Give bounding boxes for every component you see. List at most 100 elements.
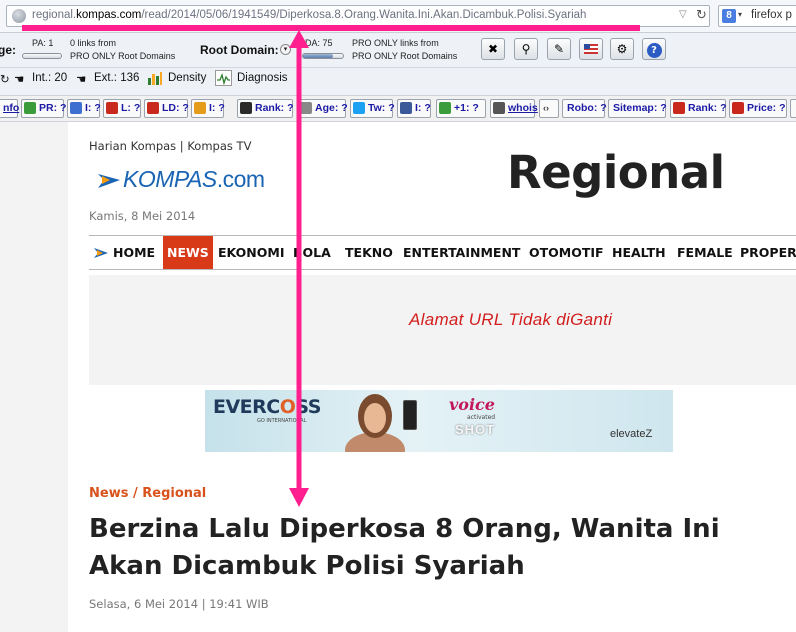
ad-placeholder: Alamat URL Tidak diGanti [89,275,796,385]
site-links[interactable]: Harian Kompas | Kompas TV [89,139,251,153]
navigation-bar: regional.kompas.com/read/2014/05/06/1941… [0,0,796,33]
voice-logo: voice [449,395,495,414]
web-page: Harian Kompas | Kompas TV KOMPAS.com Kam… [0,122,796,632]
pa-links-text: 0 links from [70,38,117,48]
kompas-logo-icon [98,174,120,188]
da-bar [302,53,344,59]
da-label: DA: 75 [305,38,333,48]
magnifier-icon[interactable]: ⚲ [514,38,538,60]
nav-otomotif[interactable]: OTOMOTIF [529,236,604,269]
diagnosis-icon [215,70,232,86]
root-domain-label: Root Domain: [200,43,279,57]
main-nav: HOME NEWS EKONOMI BOLA TEKNO ENTERTAINME… [89,235,796,270]
da-bar-fill [303,54,333,58]
hand-icon: ☚ [14,74,25,86]
nav-properti[interactable]: PROPERTI [740,236,796,269]
url-bar[interactable]: regional.kompas.com/read/2014/05/06/1941… [6,5,710,27]
seoquake-age[interactable]: Age: ? [297,99,348,118]
internal-links[interactable]: Int.: 20 [32,72,67,84]
seoquake-bing-index[interactable]: I: ? [191,99,225,118]
seoquake-twitter[interactable]: Tw: ? [350,99,395,118]
yahoo-icon [147,102,159,114]
seoquake-bar: nfo PR: ? I: ? L: ? LD: ? I: ? Rank: ? A… [0,95,796,122]
search-engine-icon[interactable]: 8 [722,9,736,23]
seoquake-price[interactable]: Price: ? [729,99,787,118]
article-headline: Berzina Lalu Diperkosa 8 Orang, Wanita I… [89,514,720,581]
pa-root-text: PRO ONLY Root Domains [70,51,176,61]
pa-bar [22,53,62,59]
shot-text: SHOT [455,422,496,437]
search-input[interactable]: firefox p [751,9,792,21]
diagnosis-button[interactable]: Diagnosis [237,72,288,84]
evercoss-tagline: GO INTERNATIONAL [257,418,307,424]
breadcrumb[interactable]: News / Regional [89,486,206,501]
url-text[interactable]: regional.kompas.com/read/2014/05/06/1941… [32,9,586,21]
nav-health[interactable]: HEALTH [612,236,666,269]
help-icon[interactable]: ? [642,38,666,60]
moz-toolbar: ge: PA: 1 0 links from PRO ONLY Root Dom… [0,33,796,67]
seoquake-alexa-rank[interactable]: Rank: ? [237,99,294,118]
annotation-note: Alamat URL Tidak diGanti [409,310,613,329]
seoquake-index[interactable]: I: ? [67,99,101,118]
archive-icon [300,102,312,114]
seoquake-source[interactable]: ‹› [539,99,559,118]
seoquake-sitemap[interactable]: Sitemap: ? [608,99,667,118]
nav-bola[interactable]: BOLA [293,236,331,269]
yahoo-icon [106,102,118,114]
evercoss-logo: EVERCOSS [213,396,321,418]
whois-icon [493,102,505,114]
google-icon [70,102,82,114]
refresh-icon[interactable]: ↻ [0,72,10,86]
nav-home[interactable]: HOME [113,236,155,269]
external-links[interactable]: Ext.: 136 [94,72,139,84]
source-icon: ‹› [543,103,549,113]
seoquake-links[interactable]: L: ? [103,99,141,118]
section-title: Regional [507,146,725,199]
elevatez-logo: elevateZ [610,428,653,440]
search-box[interactable]: 8 ▾ firefox p [718,5,796,27]
da-links-text: PRO ONLY links from [352,38,439,48]
pa-label: PA: 1 [32,38,54,48]
seoquake-pagerank[interactable]: PR: ? [21,99,66,118]
density-chart-icon [147,70,163,86]
evercoss-banner[interactable]: EVERCOSS GO INTERNATIONAL voice activate… [205,390,673,452]
nav-news[interactable]: NEWS [163,236,213,269]
activated-text: activated [467,414,496,421]
current-date: Kamis, 8 Mei 2014 [89,209,196,223]
hand-icon: ☚ [76,74,87,86]
alexa-icon [240,102,252,114]
browser-chrome: regional.kompas.com/read/2014/05/06/1941… [0,0,796,122]
url-dropdown-icon[interactable]: ▽ [679,9,687,20]
da-root-text: PRO ONLY Root Domains [352,51,458,61]
nav-tekno[interactable]: TEKNO [345,236,393,269]
logo-text: KOMPAS.com [123,166,265,192]
phone-image [403,400,417,430]
seoquake-info[interactable]: nfo [0,99,19,118]
home-icon[interactable] [93,245,109,261]
seoquake-plusone[interactable]: +1: ? [436,99,486,118]
semrush-icon [673,102,685,114]
seoquake-robots[interactable]: Robo: ? [562,99,607,118]
gears-icon[interactable]: ⚙ [610,38,634,60]
seoquake-linkdomain[interactable]: LD: ? [144,99,189,118]
semrush-icon [732,102,744,114]
pencil-icon[interactable]: ✎ [547,38,571,60]
nav-entertainment[interactable]: ENTERTAINMENT [403,236,520,269]
page-label: ge: [0,43,16,57]
bing-icon [194,102,206,114]
globe-icon [12,9,26,23]
nav-female[interactable]: FEMALE [677,236,733,269]
density-button[interactable]: Density [168,72,206,84]
seoquake-whois[interactable]: whois [490,99,538,118]
seoquake-facebook[interactable]: I: ? [397,99,431,118]
chevron-down-icon[interactable]: ▾ [738,10,742,19]
seoquake-semrush-rank[interactable]: Rank: ? [670,99,727,118]
dropdown-arrow-icon[interactable]: ▾ [280,44,291,55]
article-date: Selasa, 6 Mei 2014 | 19:41 WIB [89,597,269,611]
tools-icon[interactable]: ✖ [481,38,505,60]
nav-ekonomi[interactable]: EKONOMI [218,236,284,269]
seoquake-more[interactable] [790,99,796,118]
links-toolbar: ↻ ☚ Int.: 20 ☚ Ext.: 136 Density Diagnos… [0,67,796,90]
reload-icon[interactable]: ↻ [696,8,707,23]
flag-icon[interactable] [579,38,603,60]
